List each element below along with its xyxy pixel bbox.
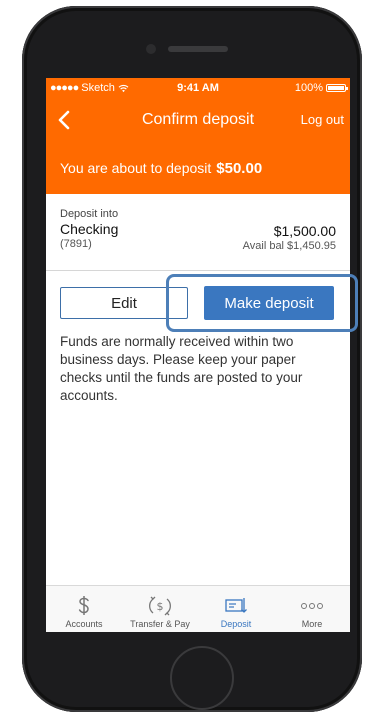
home-button[interactable] <box>170 646 234 710</box>
account-name: Checking <box>60 221 119 237</box>
phone-screen: ●●●●● Sketch 9:41 AM 100% Confirm deposi… <box>46 78 350 632</box>
dollar-icon <box>75 593 93 619</box>
action-row: Edit Make deposit <box>46 271 350 327</box>
deposit-check-icon <box>223 593 249 619</box>
front-camera <box>146 44 156 54</box>
deposit-into-label: Deposit into <box>60 208 119 220</box>
logout-link[interactable]: Log out <box>301 112 344 127</box>
banner-text: You are about to deposit <box>60 160 212 176</box>
account-balance: $1,500.00 <box>273 223 336 239</box>
more-dots-icon <box>299 593 325 619</box>
tab-label: Deposit <box>220 619 252 629</box>
svg-text:$: $ <box>157 600 164 613</box>
tab-accounts[interactable]: Accounts <box>46 586 122 632</box>
tab-label: More <box>301 619 323 629</box>
tab-bar: Accounts $ Transfer & Pay Deposit More <box>46 585 350 632</box>
tab-label: Transfer & Pay <box>130 619 190 629</box>
deposit-info-text: Funds are normally received within two b… <box>60 334 303 403</box>
account-number: (7891) <box>60 238 92 250</box>
earpiece-speaker <box>168 46 228 52</box>
edit-button[interactable]: Edit <box>60 287 188 319</box>
battery-percent: 100% <box>294 82 323 94</box>
nav-bar: Confirm deposit Log out <box>46 98 350 142</box>
account-info: Deposit into Checking (7891) <box>60 208 118 250</box>
tab-more[interactable]: More <box>274 586 350 632</box>
account-card: Deposit into Checking (7891) $1,500.00 A… <box>46 200 350 271</box>
banner-amount: $50.00 <box>216 159 263 177</box>
deposit-banner: You are about to deposit $50.00 <box>46 142 350 194</box>
available-balance: Avail bal $1,450.95 <box>242 240 336 252</box>
status-right: 100% <box>294 82 348 94</box>
account-balances: $1,500.00 Avail bal $1,450.95 <box>243 223 336 252</box>
make-deposit-button[interactable]: Make deposit <box>204 286 334 320</box>
tab-label: Accounts <box>65 619 103 629</box>
battery-icon <box>326 84 348 92</box>
tab-transfer-pay[interactable]: $ Transfer & Pay <box>122 586 198 632</box>
transfer-icon: $ <box>147 593 173 619</box>
status-bar: ●●●●● Sketch 9:41 AM 100% <box>46 78 350 98</box>
tab-deposit[interactable]: Deposit <box>198 586 274 632</box>
